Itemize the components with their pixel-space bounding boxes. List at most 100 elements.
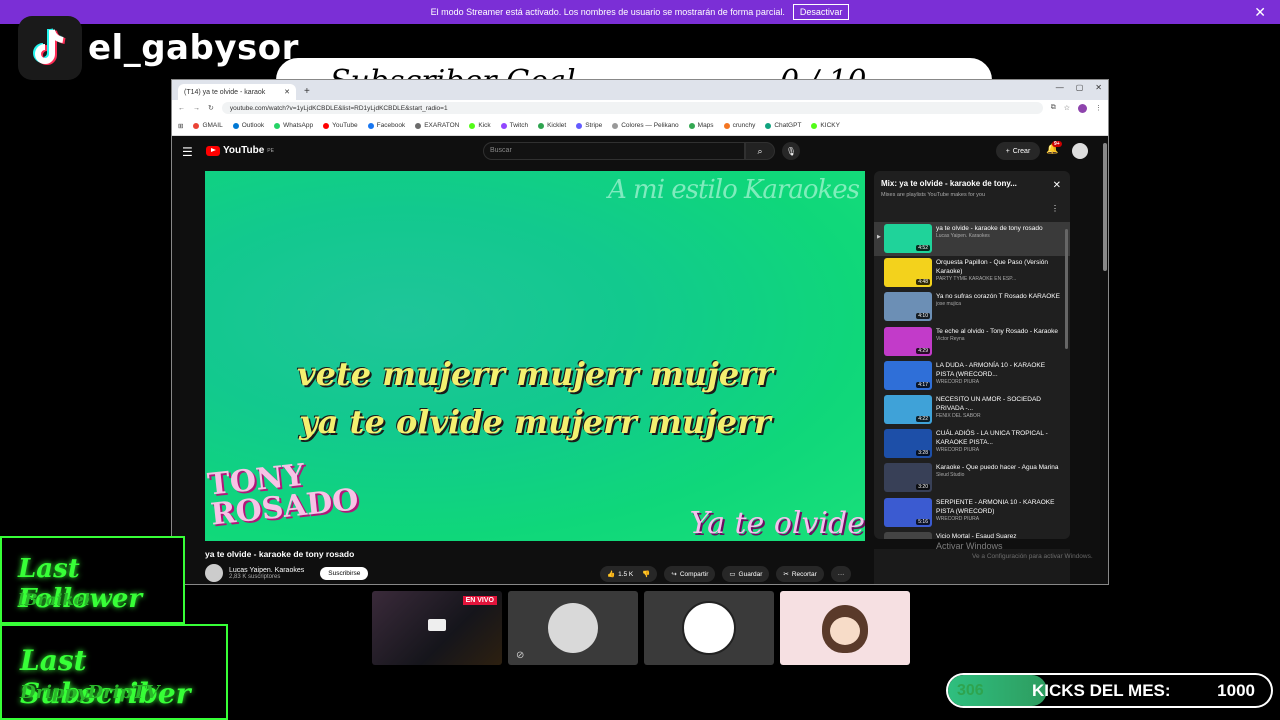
bookmark-item[interactable]: Kicklet bbox=[538, 122, 566, 129]
search-icon[interactable]: ⌕ bbox=[745, 142, 775, 160]
duration-badge: 4:29 bbox=[916, 347, 930, 354]
activate-windows-subtitle: Ve a Configuración para activar Windows. bbox=[972, 553, 1093, 560]
bookmark-item[interactable]: Maps bbox=[688, 122, 714, 129]
minimize-icon[interactable]: — bbox=[1056, 83, 1064, 92]
playlist-item[interactable]: 3:28 CUÁL ADIÓS - LA UNICA TROPICAL - KAR… bbox=[874, 427, 1070, 461]
bookmark-favicon-icon bbox=[612, 122, 619, 129]
youtube-logo[interactable]: YouTube PE bbox=[206, 145, 274, 156]
playlist-item[interactable]: 3:20 Karaoke - Que puedo hacer - Agua Mar… bbox=[874, 461, 1070, 495]
maximize-icon[interactable]: ▢ bbox=[1076, 83, 1084, 92]
bookmark-item[interactable]: WhatsApp bbox=[274, 122, 313, 129]
bookmark-item[interactable]: Stripe bbox=[576, 122, 602, 129]
stream-canvas: Subscriber Goal 0 / 10 El modo Streamer … bbox=[0, 0, 1280, 720]
duration-badge: 4:10 bbox=[916, 313, 930, 320]
playlist-scrollbar[interactable] bbox=[1065, 229, 1068, 349]
playlist-item[interactable]: 5:16 SERPIENTE - ARMONIA 10 - KARAOKE PIS… bbox=[874, 496, 1070, 530]
subscribe-button[interactable]: Suscribirse bbox=[320, 566, 369, 580]
bookmarks-bar: ⊞ GMAIL Outlook WhatsApp YouTube Facebook EXA… bbox=[172, 116, 1108, 136]
tab-title: (T14) ya te olvide - karaok bbox=[184, 88, 266, 96]
bookmark-item[interactable]: YouTube bbox=[323, 122, 358, 129]
playlist-title: Mix: ya te olvide - karaoke de tony... bbox=[881, 179, 1017, 188]
extensions-icon[interactable]: ⧉ bbox=[1051, 104, 1056, 112]
cam-strip: EN VIVO ⊘ bbox=[372, 591, 910, 665]
like-count: 1.5 K bbox=[618, 570, 634, 578]
playlist-item[interactable]: 4:48 Orquesta Papillon - Que Paso (Versió… bbox=[874, 256, 1070, 290]
playlist-item[interactable]: Vicio Mortal - Esaud Suarez bbox=[874, 530, 1070, 539]
browser-tab[interactable]: (T14) ya te olvide - karaok ✕ bbox=[178, 84, 296, 100]
page-scrollbar[interactable] bbox=[1103, 143, 1107, 271]
playlist-item-title: CUÁL ADIÓS - LA UNICA TROPICAL - KARAOKE… bbox=[936, 430, 1048, 447]
back-icon[interactable]: ← bbox=[178, 105, 185, 112]
playlist-thumbnail: 4:17 bbox=[884, 360, 932, 390]
playlist-item[interactable]: 4:29 Te eche al olvido - Tony Rosado - Ka… bbox=[874, 325, 1070, 359]
bookmark-favicon-icon bbox=[193, 122, 200, 129]
menu-icon[interactable]: ⋮ bbox=[1095, 104, 1102, 112]
clip-button[interactable]: ✂ Recortar bbox=[776, 566, 824, 582]
search-input[interactable]: Buscar bbox=[483, 142, 745, 160]
bookmark-favicon-icon bbox=[723, 122, 730, 129]
apps-icon[interactable]: ⊞ bbox=[178, 122, 183, 130]
playlist-item[interactable]: 4:22 NECESITO UN AMOR - SOCIEDAD PRIVADA … bbox=[874, 393, 1070, 427]
bookmark-item[interactable]: Facebook bbox=[367, 122, 405, 129]
playlist-item-title: Karaoke - Que puedo hacer - Agua Marina bbox=[936, 464, 1059, 472]
bookmark-favicon-icon bbox=[688, 122, 695, 129]
bookmark-item[interactable]: KICKY bbox=[811, 122, 840, 129]
new-tab-icon[interactable]: + bbox=[304, 86, 310, 97]
video-watermark: A mi estilo Karaokes bbox=[608, 175, 860, 205]
hamburger-menu-icon[interactable]: ☰ bbox=[182, 145, 193, 159]
microphone-icon[interactable]: 🎙 bbox=[782, 142, 800, 160]
bookmark-label: WhatsApp bbox=[283, 122, 314, 129]
playlist-thumbnail: 4:29 bbox=[884, 326, 932, 356]
thumbs-down-icon[interactable]: 👎 bbox=[642, 570, 650, 578]
bookmark-item[interactable]: Colores — Pelikano bbox=[612, 122, 679, 129]
playlist-item-channel: PARTY TYME KARAOKE EN ESP... bbox=[936, 276, 1017, 283]
window-close-icon[interactable]: ✕ bbox=[1095, 83, 1102, 92]
bookmark-item[interactable]: Kick bbox=[469, 122, 491, 129]
youtube-header: ☰ YouTube PE Buscar ⌕ 🎙 + Crear 🔔 9+ bbox=[172, 137, 1108, 167]
bookmark-item[interactable]: EXARATON bbox=[415, 122, 459, 129]
close-icon[interactable]: ✕ bbox=[1254, 4, 1266, 21]
save-button[interactable]: ▭ Guardar bbox=[722, 566, 770, 582]
bookmark-star-icon[interactable]: ☆ bbox=[1064, 104, 1070, 112]
share-button[interactable]: ↪ Compartir bbox=[664, 566, 716, 582]
bookmark-favicon-icon bbox=[576, 122, 583, 129]
bookmark-item[interactable]: GMAIL bbox=[193, 122, 223, 129]
channel-row: Lucas Yaipen. Karaokes 2,83 K suscriptor… bbox=[205, 564, 369, 582]
close-playlist-icon[interactable]: ✕ bbox=[1053, 180, 1061, 191]
user-avatar[interactable] bbox=[1072, 143, 1088, 159]
channel-avatar[interactable] bbox=[205, 564, 223, 582]
streamer-mode-banner: El modo Streamer está activado. Los nomb… bbox=[0, 0, 1280, 24]
duration-badge: 4:52 bbox=[916, 245, 930, 251]
tab-close-icon[interactable]: ✕ bbox=[284, 88, 290, 96]
like-button[interactable]: 👍 1.5 K 👎 bbox=[600, 566, 658, 582]
profile-icon[interactable] bbox=[1078, 103, 1087, 113]
forward-icon[interactable]: → bbox=[193, 105, 200, 112]
bookmark-favicon-icon bbox=[765, 122, 772, 129]
streamer-mode-message: El modo Streamer está activado. Los nomb… bbox=[430, 7, 785, 17]
playlist-item[interactable]: 4:17 LA DUDA - ARMONÍA 10 - KARAOKE PISTA… bbox=[874, 359, 1070, 393]
video-player[interactable]: A mi estilo Karaokes vete mujerr mujerr … bbox=[205, 171, 865, 541]
playlist-item-title: SERPIENTE - ARMONIA 10 - KARAOKE PISTA (… bbox=[936, 498, 1055, 515]
create-button[interactable]: + Crear bbox=[996, 142, 1040, 160]
save-icon: ▭ bbox=[729, 571, 736, 578]
save-label: Guardar bbox=[738, 570, 763, 578]
playlist-item-title: Vicio Mortal - Esaud Suarez bbox=[936, 532, 1017, 539]
playlist-thumbnail: 4:10 bbox=[884, 292, 932, 322]
bookmark-item[interactable]: Outlook bbox=[232, 122, 264, 129]
song-logo: Ya te olvide bbox=[689, 506, 865, 541]
playlist-more-icon[interactable]: ⋮ bbox=[1051, 204, 1059, 213]
url-field[interactable]: youtube.com/watch?v=1yLjdKCBDLE&list=RD1… bbox=[221, 102, 1043, 114]
playlist-item[interactable]: 4:10 Ya no sufras corazón T Rosado KARAOK… bbox=[874, 290, 1070, 324]
subscriber-count: 2,83 K suscriptores bbox=[229, 573, 281, 580]
bookmark-item[interactable]: Twitch bbox=[500, 122, 528, 129]
playlist-item[interactable]: ▶ 4:52 ya te olvide - karaoke de tony rosa… bbox=[874, 222, 1070, 257]
notifications-bell-icon[interactable]: 🔔 9+ bbox=[1046, 141, 1062, 155]
disable-streamer-mode-button[interactable]: Desactivar bbox=[792, 4, 850, 20]
channel-name[interactable]: Lucas Yaipen. Karaokes bbox=[229, 567, 304, 574]
more-actions-button[interactable]: ··· bbox=[830, 566, 852, 582]
reload-icon[interactable]: ↻ bbox=[208, 104, 214, 112]
bookmark-item[interactable]: ChatGPT bbox=[765, 122, 801, 129]
youtube-logo-text: YouTube bbox=[223, 145, 265, 156]
plus-icon: + bbox=[1005, 147, 1010, 155]
bookmark-item[interactable]: crunchy bbox=[723, 122, 755, 129]
